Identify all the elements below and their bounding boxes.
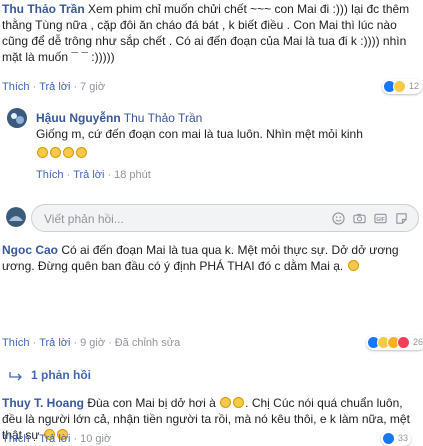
reaction-summary[interactable]: 12 — [382, 78, 423, 94]
laughing-emoji-icon — [37, 147, 48, 158]
current-user-avatar — [6, 207, 26, 227]
reaction-summary[interactable]: 33 — [381, 430, 412, 446]
laughing-emoji-icon — [50, 147, 61, 158]
like-link[interactable]: Thích — [36, 169, 64, 181]
comment-body: Giống m, cứ đến đoạn con mai là tua luôn… — [36, 127, 363, 141]
comment-text: Hậuu Nguyễnn Thu Thảo Trần Giống m, cứ đ… — [36, 110, 416, 142]
reaction-count: 12 — [409, 81, 420, 91]
reaction-count: 33 — [398, 433, 409, 443]
love-icon — [397, 335, 410, 349]
comment-actions: Thích · Trả lời · 9 giờ · Đã chỉnh sửa — [2, 337, 181, 349]
reply-link[interactable]: Trả lời — [39, 433, 70, 445]
comment-actions: Thích · Trả lời · 10 giờ — [2, 433, 112, 445]
comment-author[interactable]: Hậuu Nguyễnn — [36, 111, 121, 125]
view-replies-link[interactable]: 1 phản hồi — [9, 368, 91, 382]
comment-actions: Thích · Trả lời · 18 phút — [36, 169, 151, 181]
reply-arrow-icon — [9, 371, 22, 381]
reply-input-box[interactable]: GIF — [31, 204, 419, 232]
like-link[interactable]: Thích — [2, 81, 30, 93]
like-link[interactable]: Thích — [2, 337, 30, 349]
reply-link[interactable]: Trả lời — [39, 81, 70, 93]
like-icon — [382, 431, 395, 445]
like-link[interactable]: Thích — [2, 433, 30, 445]
timestamp[interactable]: 9 giờ — [80, 337, 105, 349]
comment-author[interactable]: Ngoc Cao — [2, 243, 58, 257]
smile-icon[interactable] — [332, 212, 345, 225]
svg-text:GIF: GIF — [376, 217, 385, 223]
emoji-row — [36, 146, 88, 160]
timestamp[interactable]: 10 giờ — [80, 433, 111, 445]
smile-emoji-icon — [347, 260, 359, 271]
reaction-summary[interactable]: 26 — [366, 334, 423, 350]
timestamp[interactable]: 18 phút — [114, 169, 151, 181]
timestamp[interactable]: 7 giờ — [80, 81, 105, 93]
view-replies-label[interactable]: 1 phản hồi — [31, 368, 91, 382]
avatar[interactable] — [7, 108, 27, 128]
comment-text: Thu Thảo Trần Xem phim chỉ muốn chửi chế… — [2, 1, 418, 65]
laughing-emoji-icon — [233, 397, 245, 408]
laughing-emoji-icon — [63, 147, 74, 158]
mention-link[interactable]: Thu Thảo Trần — [124, 111, 203, 125]
edited-label[interactable]: Đã chỉnh sửa — [115, 337, 180, 349]
comment-author[interactable]: Thuy T. Hoang — [2, 396, 84, 410]
camera-icon[interactable] — [353, 212, 366, 225]
comment-actions: Thích · Trả lời · 7 giờ — [2, 81, 106, 93]
laughing-emoji-icon — [76, 147, 87, 158]
laughing-emoji-icon — [220, 397, 232, 408]
comment-text: Ngoc Cao Có ai đến đoạn Mai là tua qua k… — [2, 242, 418, 274]
sticker-icon[interactable] — [395, 212, 408, 225]
reply-link[interactable]: Trả lời — [39, 337, 70, 349]
reaction-count: 26 — [413, 337, 423, 347]
haha-icon — [393, 79, 406, 93]
comment-body: Đùa con Mai bị dở hơi à — [87, 396, 216, 410]
comment-body: Có ai đến đoạn Mai là tua qua k. Mệt mỏi… — [2, 243, 399, 273]
reply-link[interactable]: Trả lời — [73, 169, 104, 181]
reply-input[interactable] — [42, 211, 346, 227]
gif-icon[interactable]: GIF — [374, 212, 387, 225]
comment-author[interactable]: Thu Thảo Trần — [2, 2, 85, 16]
